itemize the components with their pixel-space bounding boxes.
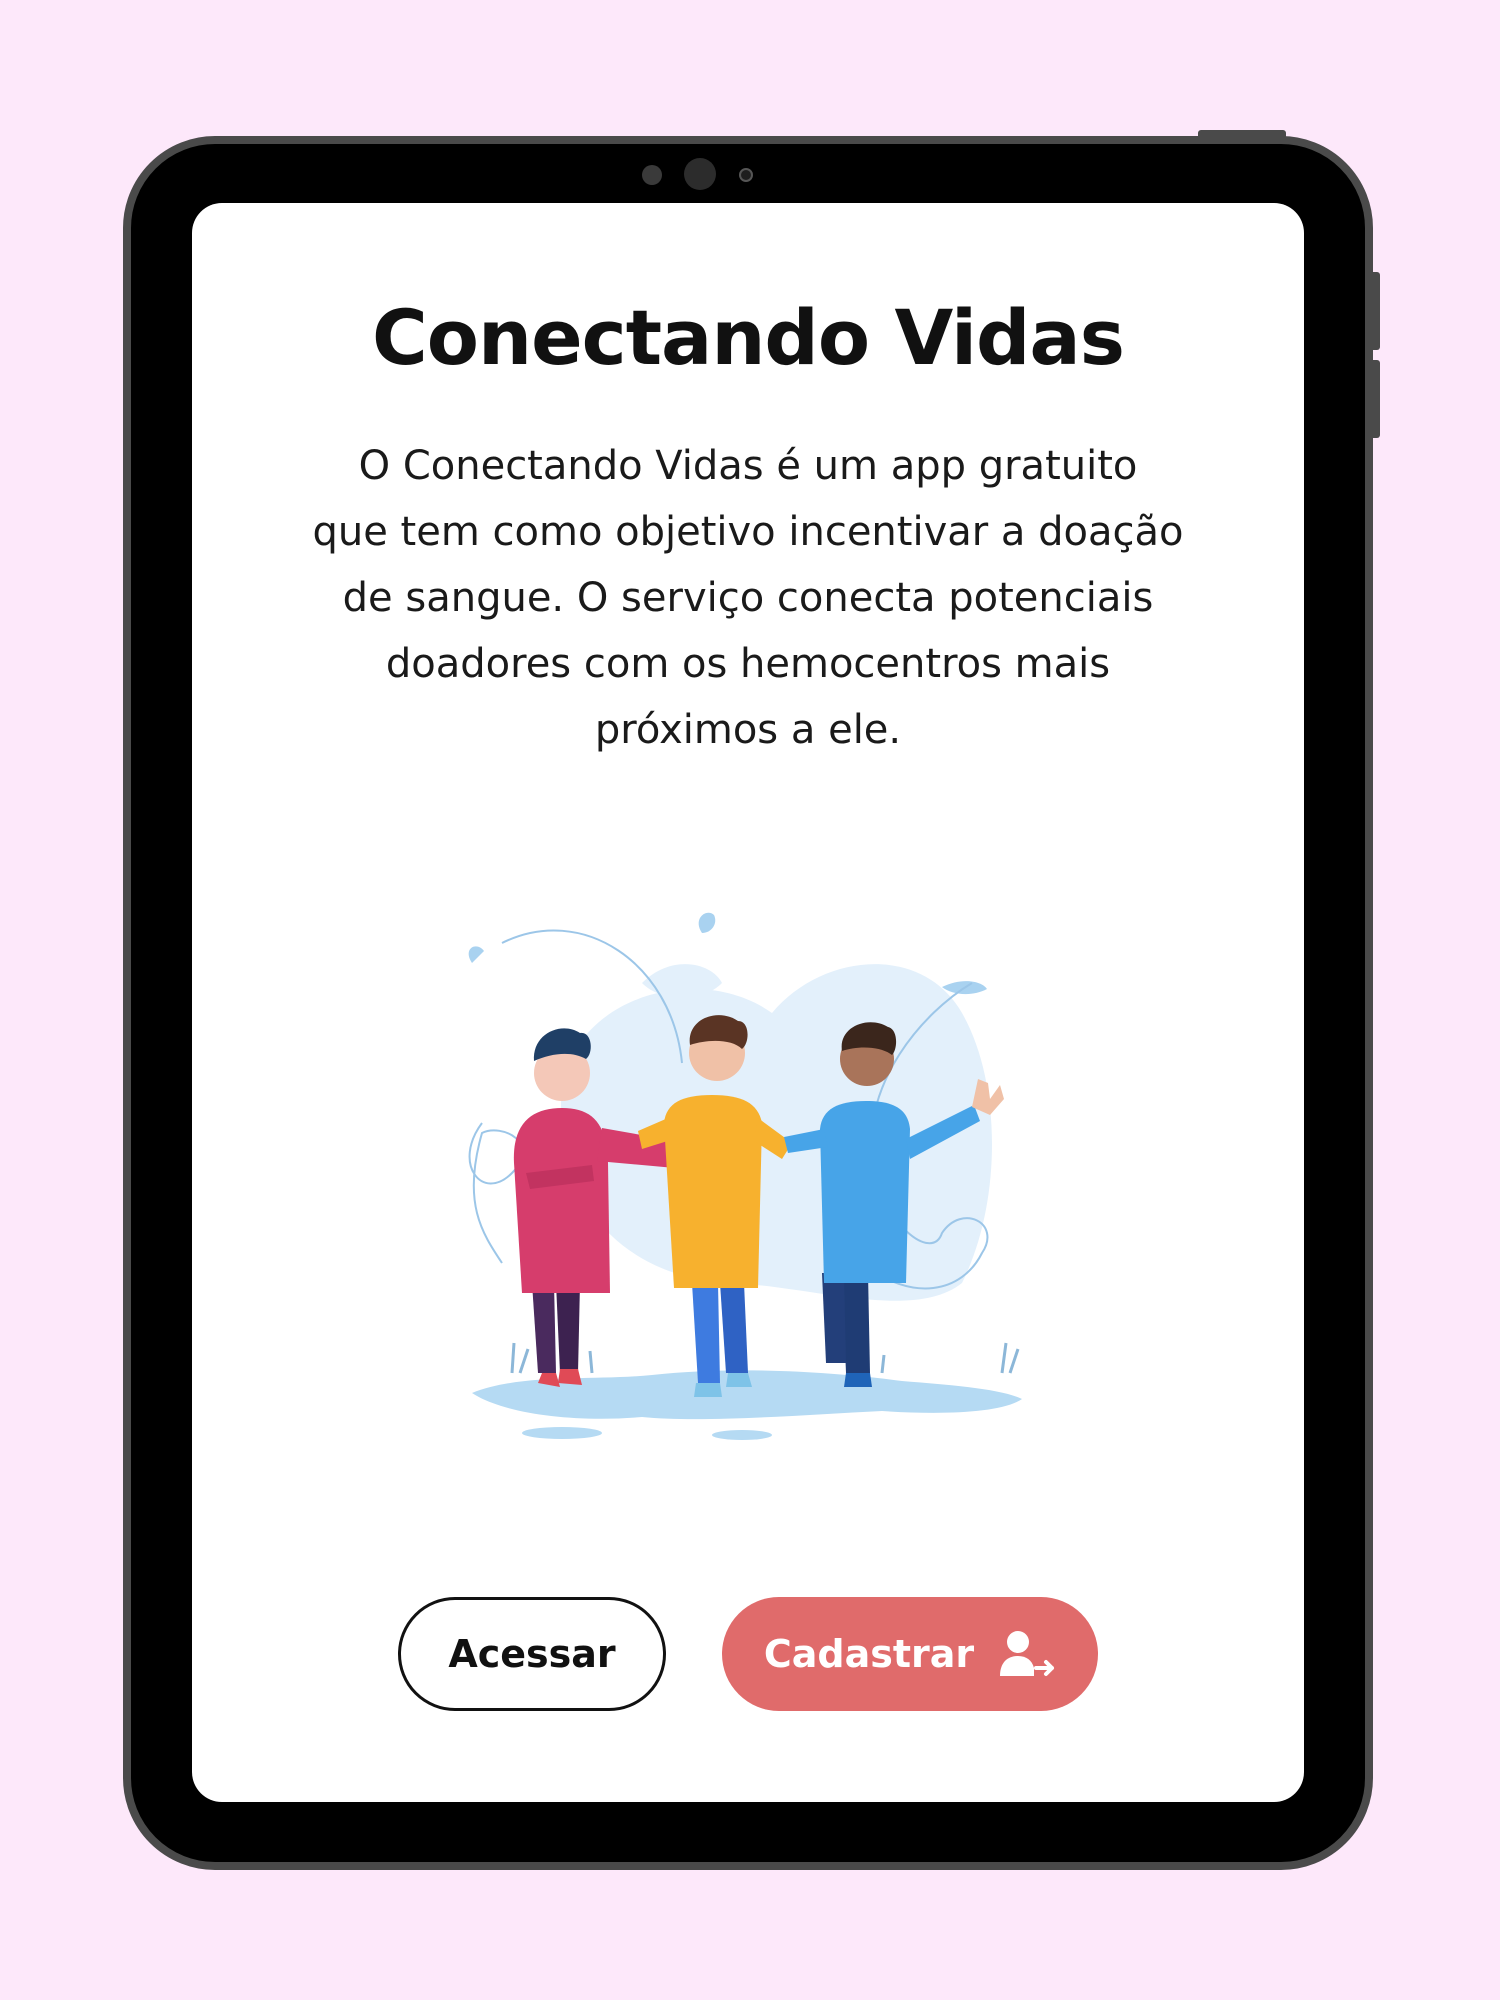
- light-sensor: [739, 168, 753, 182]
- app-description: O Conectando Vidas é um app gratuito que…: [272, 433, 1224, 763]
- app-screen: Conectando Vidas O Conectando Vidas é um…: [192, 203, 1304, 1802]
- register-button[interactable]: Cadastrar: [722, 1597, 1098, 1711]
- description-line: próximos a ele.: [594, 707, 902, 753]
- description-line: que tem como objetivo incentivar a doaçã…: [312, 509, 1184, 555]
- tablet-top-button: [1198, 130, 1286, 140]
- add-user-icon: [1000, 1631, 1055, 1676]
- front-camera: [684, 158, 716, 190]
- login-button-label: Acessar: [448, 1632, 616, 1676]
- description-line: doadores com os hemocentros mais: [385, 641, 1111, 687]
- description-line: de sangue. O serviço conecta potenciais: [342, 575, 1154, 621]
- page-title: Conectando Vidas: [372, 293, 1125, 382]
- register-button-label: Cadastrar: [763, 1632, 975, 1676]
- tablet-volume-up-button: [1370, 272, 1380, 350]
- friends-walking-illustration: [468, 912, 1022, 1440]
- sensor-dot: [642, 165, 662, 185]
- login-button[interactable]: Acessar: [398, 1597, 666, 1711]
- tablet-volume-down-button: [1370, 360, 1380, 438]
- description-line: O Conectando Vidas é um app gratuito: [358, 443, 1138, 489]
